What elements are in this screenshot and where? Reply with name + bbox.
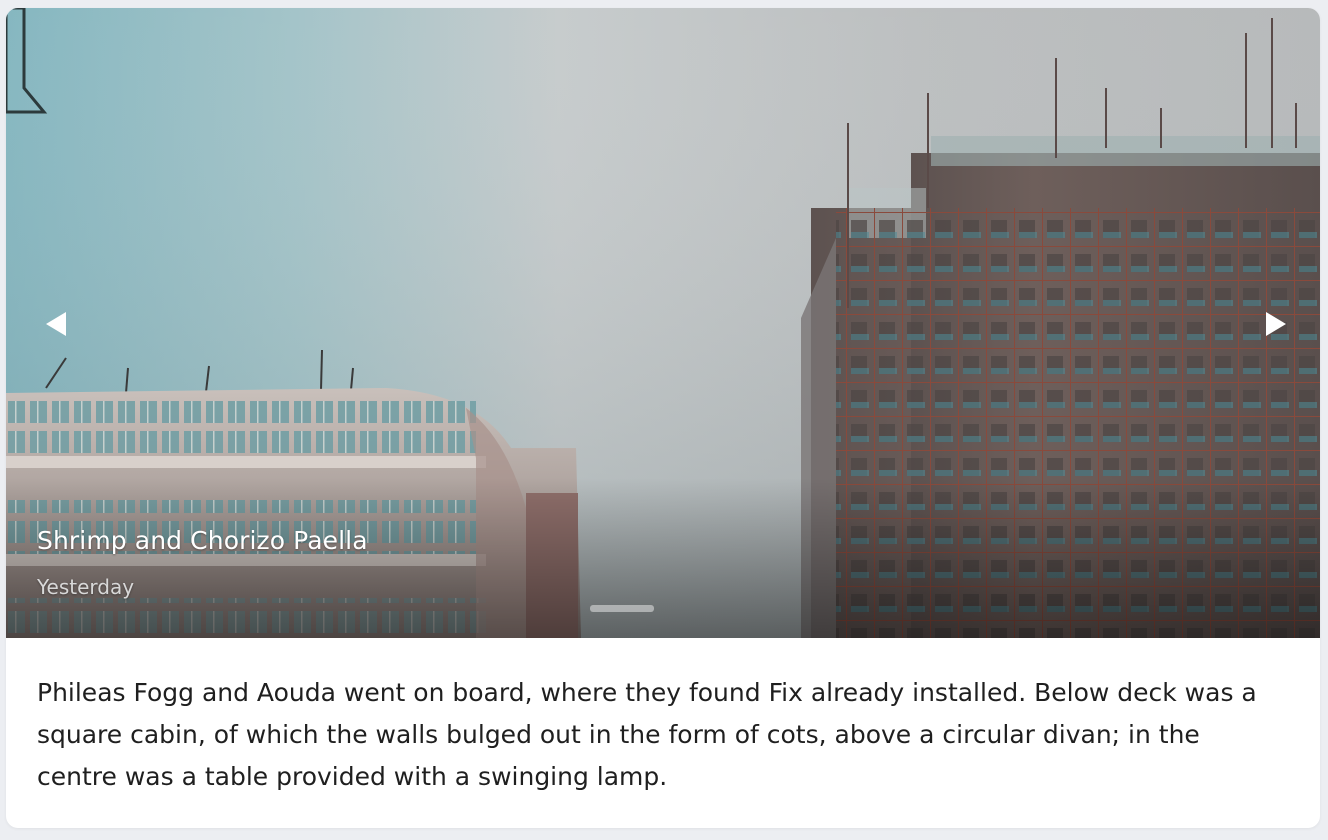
previous-slide-button[interactable] bbox=[36, 308, 76, 340]
next-slide-button[interactable] bbox=[1256, 308, 1296, 340]
slide-title: Shrimp and Chorizo Paella bbox=[37, 526, 368, 555]
chevron-right-icon bbox=[1266, 312, 1286, 336]
chevron-left-icon bbox=[46, 312, 66, 336]
caption-gradient bbox=[6, 478, 1320, 638]
slide-subtitle: Yesterday bbox=[37, 575, 135, 599]
card-body-text: Phileas Fogg and Aouda went on board, wh… bbox=[37, 678, 1257, 791]
image-carousel[interactable]: Shrimp and Chorizo Paella Yesterday bbox=[6, 8, 1320, 638]
slide-indicator-1[interactable] bbox=[590, 605, 654, 612]
content-card: Shrimp and Chorizo Paella Yesterday Phil… bbox=[6, 8, 1320, 828]
